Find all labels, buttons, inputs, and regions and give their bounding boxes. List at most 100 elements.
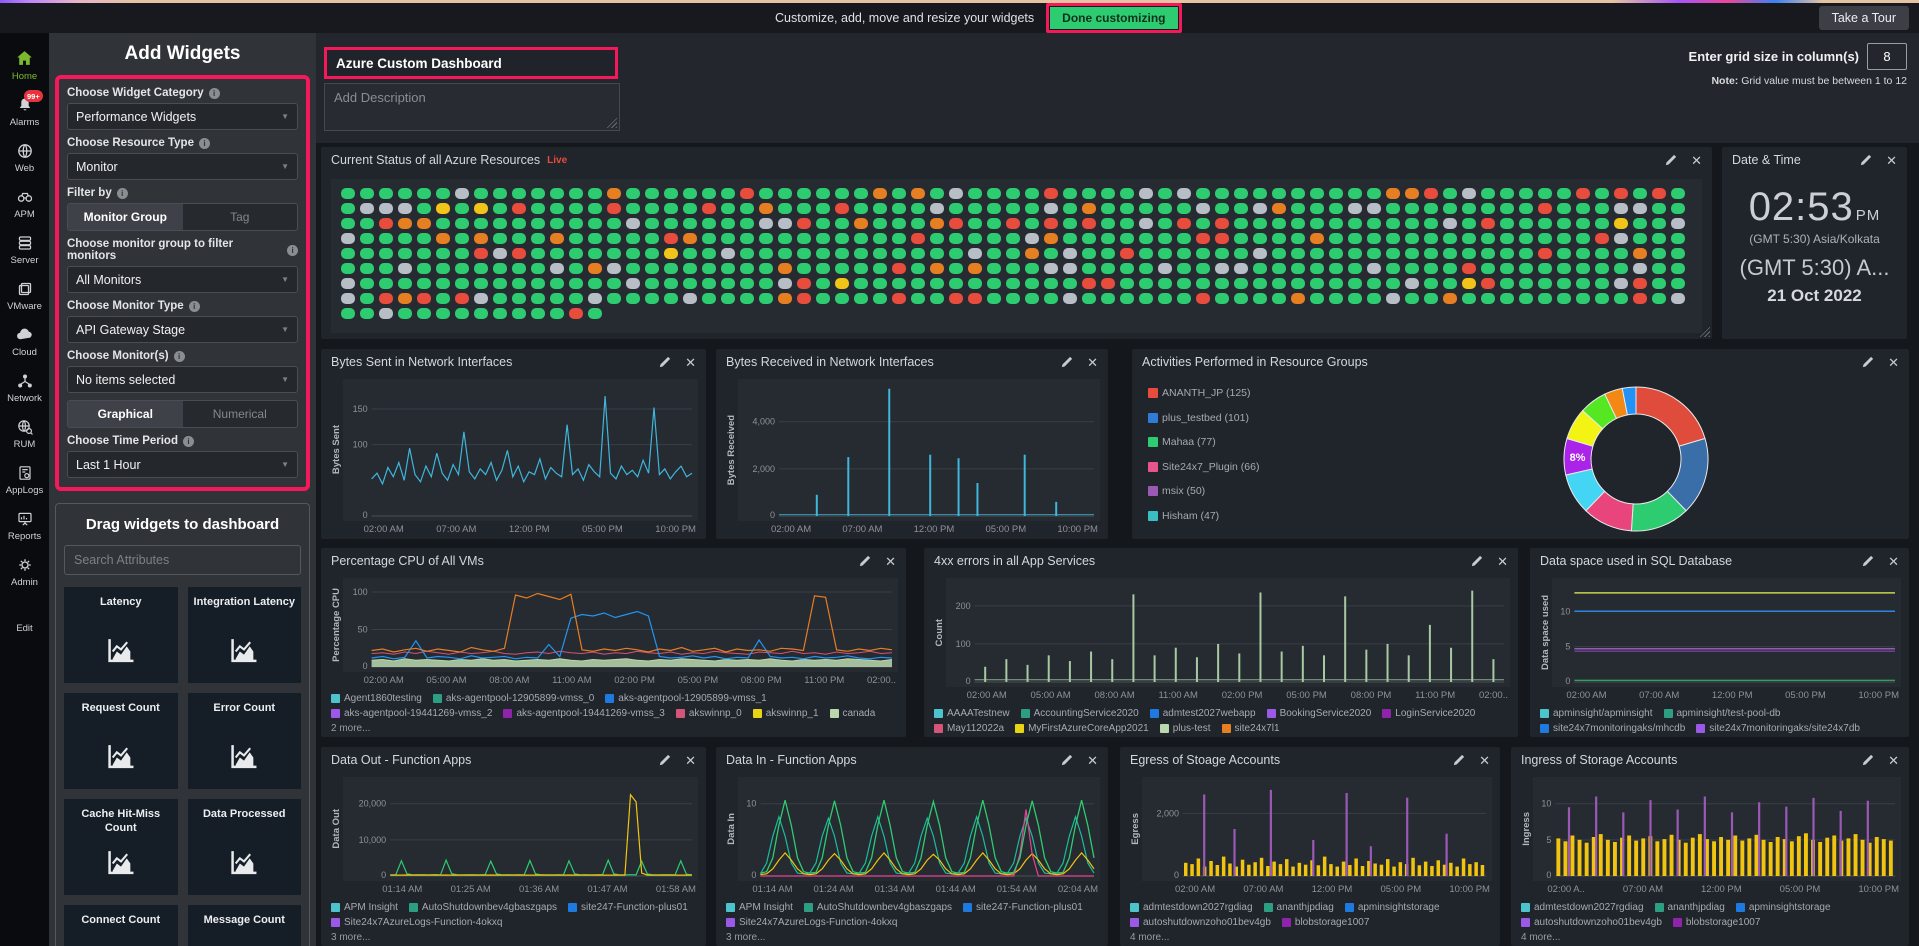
segment-numerical[interactable]: Numerical (183, 401, 298, 427)
sidebar-item-apm[interactable]: APM (0, 187, 49, 220)
close-icon[interactable]: ✕ (1497, 555, 1508, 568)
edit-pencil-icon[interactable] (1860, 154, 1872, 166)
widget-status: Current Status of all Azure Resources Li… (321, 147, 1712, 339)
legend-swatch (1148, 388, 1158, 398)
dashboard-description-input[interactable]: Add Description (324, 83, 620, 131)
edit-pencil-icon[interactable] (1862, 356, 1874, 368)
dashboard-title-input[interactable] (324, 47, 618, 79)
legend-more-link[interactable]: 3 more... (329, 928, 698, 943)
edit-pencil-icon[interactable] (659, 754, 671, 766)
sidebar-item-reports[interactable]: Reports (0, 509, 49, 542)
resize-handle[interactable] (604, 115, 617, 128)
close-icon[interactable]: ✕ (685, 356, 696, 369)
status-dot (455, 293, 469, 304)
status-dot (683, 293, 697, 304)
widget-tile-connect-count[interactable]: Connect Count (64, 905, 178, 946)
sidebar-item-edit[interactable]: Edit (0, 601, 49, 634)
segment-monitor-group[interactable]: Monitor Group (68, 204, 183, 230)
status-dot (702, 188, 716, 199)
status-dot (1063, 188, 1077, 199)
widget-tile-error-count[interactable]: Error Count (188, 693, 302, 789)
sidebar-item-cloud[interactable]: Cloud (0, 325, 49, 358)
x-tick: 02:00 AM (1566, 690, 1606, 702)
done-customizing-button[interactable]: Done customizing (1050, 7, 1177, 29)
widget-tile-latency[interactable]: Latency (64, 587, 178, 683)
select-choose-monitor-s-[interactable]: No items selected▼ (67, 366, 298, 393)
close-icon[interactable]: ✕ (1888, 754, 1899, 767)
sidebar-item-network[interactable]: Network (0, 371, 49, 404)
status-dot (1481, 203, 1495, 214)
grid-size-input[interactable] (1867, 43, 1907, 70)
edit-pencil-icon[interactable] (1862, 555, 1874, 567)
sidebar-item-web[interactable]: Web (0, 141, 49, 174)
x-tick: 01:24 AM (813, 884, 853, 896)
edit-pencil-icon[interactable] (1061, 754, 1073, 766)
edit-pencil-icon[interactable] (1471, 555, 1483, 567)
sidebar-item-label: Admin (11, 577, 38, 588)
sidebar-item-vmware[interactable]: VMware (0, 279, 49, 312)
sidebar-item-applogs[interactable]: AppLogs (0, 463, 49, 496)
select-choose-time-period[interactable]: Last 1 Hour▼ (67, 451, 298, 478)
status-dot (341, 248, 355, 259)
sidebar-item-label: VMware (7, 301, 42, 312)
status-dot (1367, 188, 1381, 199)
close-icon[interactable]: ✕ (1087, 754, 1098, 767)
status-dot (398, 278, 412, 289)
search-input[interactable] (64, 545, 301, 575)
close-icon[interactable]: ✕ (1479, 754, 1490, 767)
sidebar-item-admin[interactable]: Admin (0, 555, 49, 588)
x-tick: 12:00 PM (1701, 884, 1742, 896)
status-dot (1196, 278, 1210, 289)
legend-more-link[interactable]: 4 more... (1128, 928, 1492, 943)
close-icon[interactable]: ✕ (1087, 356, 1098, 369)
close-icon[interactable]: ✕ (1888, 356, 1899, 369)
widget-tile-request-count[interactable]: Request Count (64, 693, 178, 789)
select-choose-resource-type[interactable]: Monitor▼ (67, 153, 298, 180)
widget-tile-message-count[interactable]: Message Count (188, 905, 302, 946)
close-icon[interactable]: ✕ (685, 754, 696, 767)
select-choose-monitor-type[interactable]: API Gateway Stage▼ (67, 316, 298, 343)
status-dot (1101, 293, 1115, 304)
widget-tile-cache-hit-miss-count[interactable]: Cache Hit-Miss Count (64, 799, 178, 895)
edit-pencil-icon[interactable] (1453, 754, 1465, 766)
close-icon[interactable]: ✕ (885, 555, 896, 568)
widget-tile-integration-latency[interactable]: Integration Latency (188, 587, 302, 683)
sidebar-item-home[interactable]: Home (0, 49, 49, 82)
legend-more-link[interactable]: 3 more... (724, 928, 1100, 943)
drag-widgets-title: Drag widgets to dashboard (64, 516, 301, 533)
edit-pencil-icon[interactable] (859, 555, 871, 567)
status-dot (1576, 203, 1590, 214)
sidebar-item-rum[interactable]: RUM (0, 417, 49, 450)
legend-more-link[interactable]: 2 more... (329, 719, 898, 734)
status-dot (493, 218, 507, 229)
status-dot (835, 248, 849, 259)
close-icon[interactable]: ✕ (1886, 154, 1897, 167)
status-dot (854, 188, 868, 199)
edit-pencil-icon[interactable] (1061, 356, 1073, 368)
segment-tag[interactable]: Tag (183, 204, 298, 230)
status-dot (1177, 248, 1191, 259)
widget-tile-data-processed[interactable]: Data Processed (188, 799, 302, 895)
select-choose-monitor-group-to-filter-monitors[interactable]: All Monitors▼ (67, 266, 298, 293)
status-dot (341, 263, 355, 274)
edit-pencil-icon[interactable] (659, 356, 671, 368)
edit-pencil-icon[interactable] (1665, 154, 1677, 166)
status-dot (1044, 203, 1058, 214)
legend-item: canada (830, 708, 876, 719)
legend-swatch (1521, 903, 1530, 912)
segment-graphical[interactable]: Graphical (68, 401, 183, 427)
legend-item: aks-agentpool-12905899-vmss_0 (433, 693, 594, 704)
select-choose-widget-category[interactable]: Performance Widgets▼ (67, 103, 298, 130)
status-dot (645, 248, 659, 259)
legend-more-link[interactable]: 4 more... (1519, 928, 1901, 943)
sidebar-item-server[interactable]: Server (0, 233, 49, 266)
close-icon[interactable]: ✕ (1691, 154, 1702, 167)
sidebar-item-alarms[interactable]: 99+Alarms (0, 95, 49, 128)
take-a-tour-button[interactable]: Take a Tour (1819, 6, 1909, 30)
close-icon[interactable]: ✕ (1888, 555, 1899, 568)
field-label: Choose Monitor(s)i (67, 350, 298, 362)
tile-label: Message Count (204, 913, 285, 927)
status-dot (645, 263, 659, 274)
edit-pencil-icon[interactable] (1862, 754, 1874, 766)
status-dot (398, 233, 412, 244)
